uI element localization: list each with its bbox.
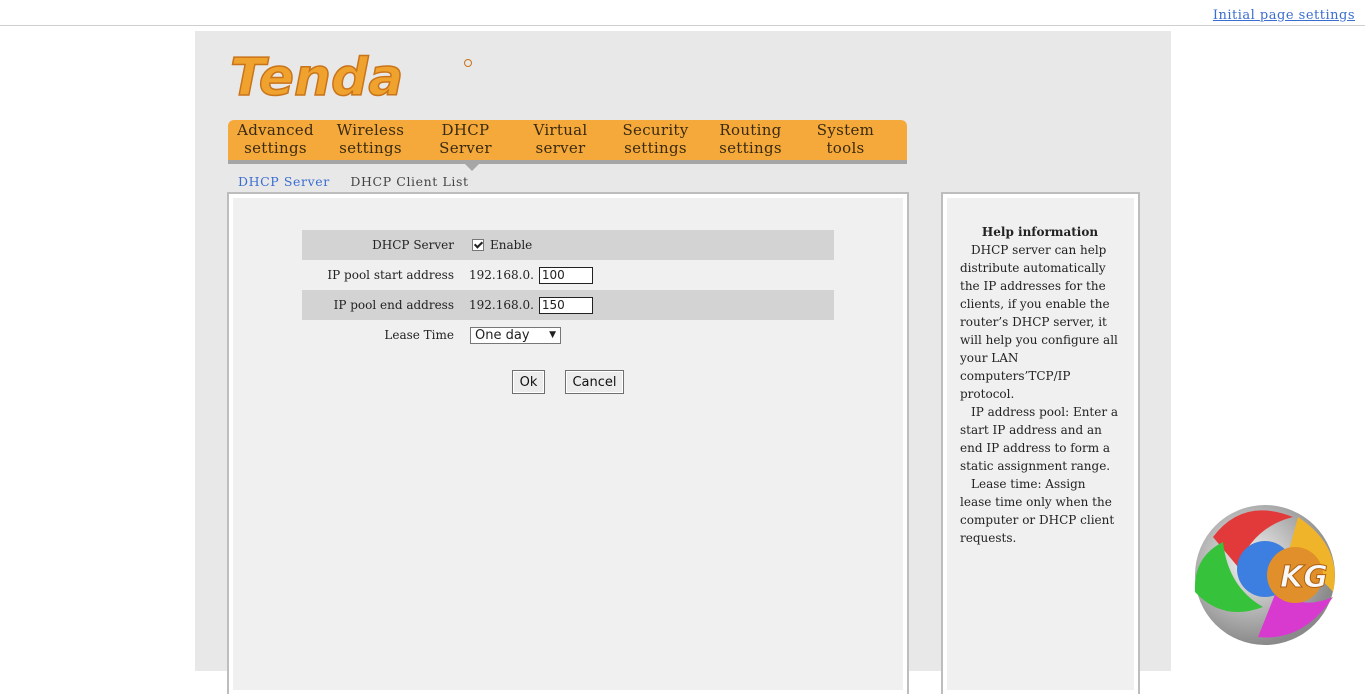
nav-label-line2: server bbox=[535, 139, 586, 157]
nav-routing-settings[interactable]: Routing settings bbox=[703, 120, 798, 160]
nav-dhcp-server[interactable]: DHCP Server bbox=[418, 120, 513, 160]
subnav-dhcp-server[interactable]: DHCP Server bbox=[238, 174, 330, 189]
subnav-dhcp-client-list[interactable]: DHCP Client List bbox=[350, 174, 468, 189]
top-divider bbox=[0, 25, 1365, 26]
ip-pool-end-input[interactable]: 150 bbox=[538, 296, 593, 314]
kg-watermark-logo: KG bbox=[1194, 505, 1335, 645]
lease-time-label: Lease Time bbox=[384, 328, 454, 342]
tenda-logo-text: Tenda bbox=[230, 49, 403, 105]
ip-prefix: 192.168.0. bbox=[469, 268, 534, 282]
help-paragraph: Lease time: Assign lease time only when … bbox=[960, 477, 1115, 545]
ip-pool-start-input[interactable]: 100 bbox=[538, 266, 593, 284]
ok-button[interactable]: Ok bbox=[512, 370, 545, 394]
help-paragraph: IP address pool: Enter a start IP addres… bbox=[960, 405, 1119, 473]
dhcp-form: DHCP Server Enable IP pool start address… bbox=[302, 230, 834, 350]
router-frame: Tenda Advanced settings Wireless setting… bbox=[195, 31, 1171, 694]
nav-wireless-settings[interactable]: Wireless settings bbox=[323, 120, 418, 160]
nav-label-line1: DHCP bbox=[441, 121, 490, 139]
nav-label-line1: Virtual bbox=[533, 121, 588, 139]
nav-label-line1: Security bbox=[622, 121, 689, 139]
dhcp-server-label: DHCP Server bbox=[372, 238, 454, 252]
nav-label-line2: settings bbox=[244, 139, 307, 157]
ip-prefix: 192.168.0. bbox=[469, 298, 534, 312]
help-panel: Help information DHCP server can help di… bbox=[941, 192, 1140, 694]
enable-checkbox[interactable] bbox=[472, 239, 484, 251]
initial-page-settings-link[interactable]: Initial page settings bbox=[1213, 8, 1355, 23]
nav-label-line1: System bbox=[816, 121, 875, 139]
help-content: Help information DHCP server can help di… bbox=[960, 223, 1120, 547]
nav-label-line1: Advanced bbox=[237, 121, 314, 139]
nav-label-line2: Server bbox=[439, 139, 492, 157]
help-paragraph: DHCP server can help distribute automati… bbox=[960, 243, 1118, 401]
kg-watermark-text: KG bbox=[1280, 560, 1328, 595]
nav-label-line1: Wireless bbox=[336, 121, 405, 139]
dhcp-settings-panel: DHCP Server Enable IP pool start address… bbox=[227, 192, 909, 694]
nav-label-line1: Routing bbox=[719, 121, 782, 139]
cancel-button[interactable]: Cancel bbox=[565, 370, 624, 394]
subnav: DHCP Server DHCP Client List bbox=[238, 174, 485, 189]
dhcp-server-row: DHCP Server Enable bbox=[302, 230, 834, 260]
lease-time-row: Lease Time One day ▼ bbox=[302, 320, 834, 350]
nav-label-line2: settings bbox=[719, 139, 782, 157]
nav-advanced-settings[interactable]: Advanced settings bbox=[228, 120, 323, 160]
ip-pool-end-row: IP pool end address 192.168.0. 150 bbox=[302, 290, 834, 320]
help-title: Help information bbox=[981, 225, 1099, 239]
nav-system-tools[interactable]: System tools bbox=[798, 120, 893, 160]
nav-label-line2: tools bbox=[826, 139, 865, 157]
lease-time-value: One day bbox=[475, 327, 530, 343]
nav-virtual-server[interactable]: Virtual server bbox=[513, 120, 608, 160]
nav-label-line2: settings bbox=[624, 139, 687, 157]
main-nav: Advanced settings Wireless settings DHCP… bbox=[228, 120, 907, 164]
nav-label-line2: settings bbox=[339, 139, 402, 157]
active-tab-pointer-icon bbox=[465, 164, 479, 171]
nav-security-settings[interactable]: Security settings bbox=[608, 120, 703, 160]
lease-time-select[interactable]: One day ▼ bbox=[470, 326, 561, 344]
dropdown-arrow-icon: ▼ bbox=[549, 330, 556, 340]
ip-pool-end-label: IP pool end address bbox=[333, 298, 454, 312]
enable-label: Enable bbox=[490, 238, 533, 252]
ip-pool-start-label: IP pool start address bbox=[327, 268, 454, 282]
tenda-logo: Tenda bbox=[229, 49, 472, 105]
ip-pool-start-row: IP pool start address 192.168.0. 100 bbox=[302, 260, 834, 290]
